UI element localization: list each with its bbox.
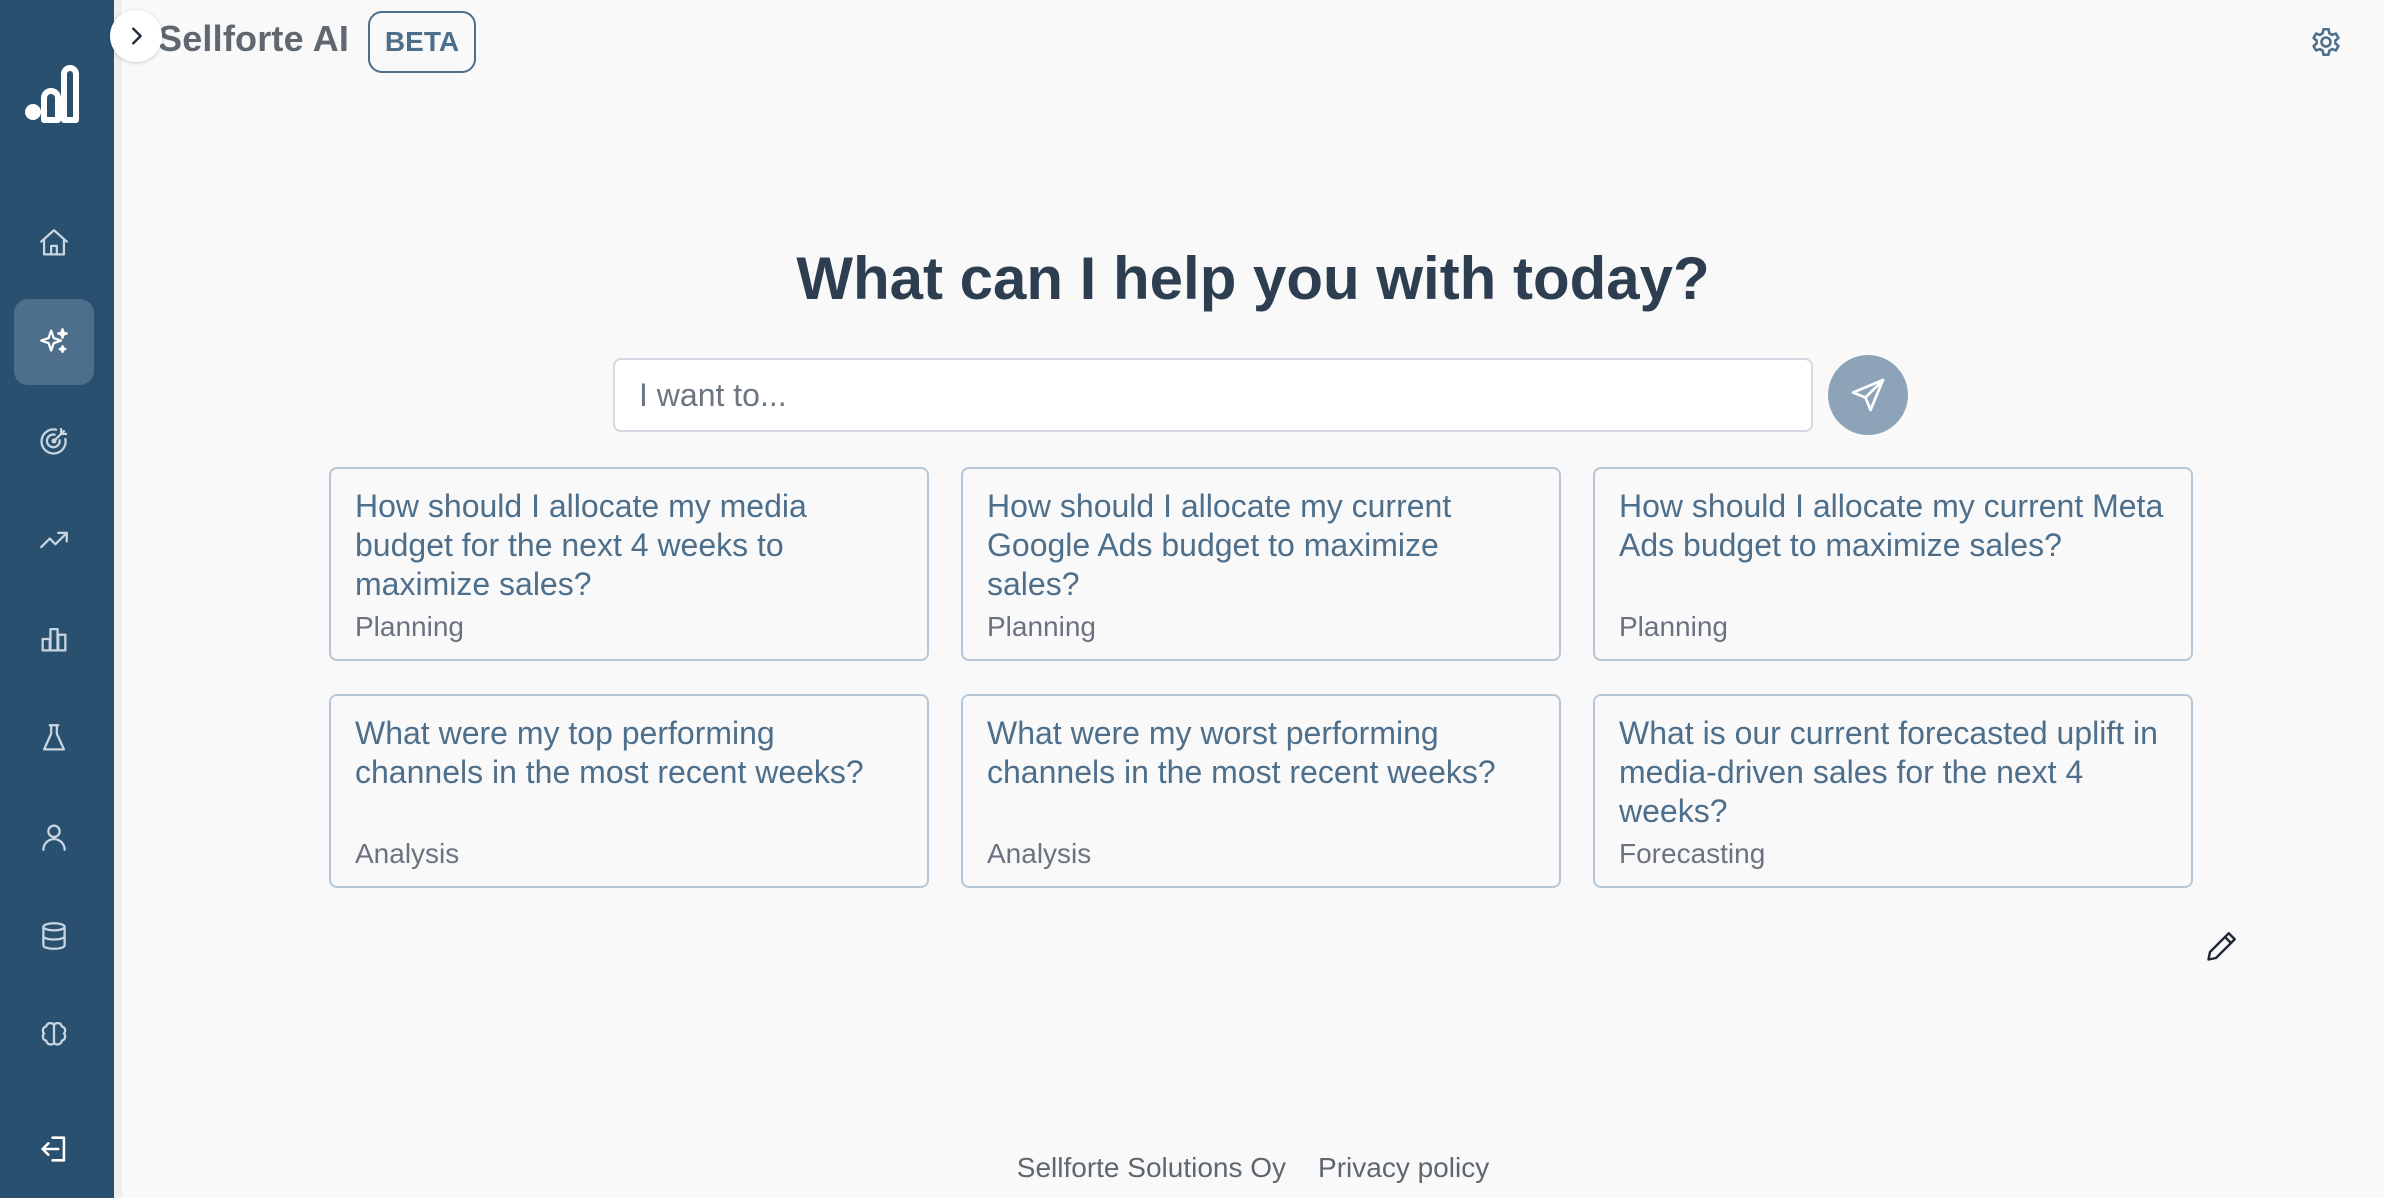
suggestion-card[interactable]: What is our current forecasted uplift in… bbox=[1593, 694, 2193, 888]
sparkles-icon bbox=[40, 328, 68, 354]
page-title: What can I help you with today? bbox=[796, 245, 1710, 312]
sellforte-logo-icon[interactable] bbox=[22, 62, 86, 126]
database-icon bbox=[42, 922, 66, 950]
sidebar-item-experiments[interactable] bbox=[14, 695, 94, 781]
suggestion-question: How should I allocate my media budget fo… bbox=[355, 488, 807, 602]
footer: Sellforte Solutions Oy Privacy policy bbox=[0, 1152, 2384, 1184]
pencil-icon[interactable] bbox=[2204, 928, 2240, 964]
company-link[interactable]: Sellforte Solutions Oy bbox=[1017, 1152, 1286, 1184]
suggestion-question: How should I allocate my current Google … bbox=[987, 488, 1452, 602]
suggestion-card[interactable]: What were my top performing channels in … bbox=[329, 694, 929, 888]
sidebar-item-data[interactable] bbox=[14, 893, 94, 979]
suggestion-category: Analysis bbox=[987, 838, 1092, 869]
suggestion-question: What were my top performing channels in … bbox=[355, 715, 864, 790]
sidebar-item-account[interactable] bbox=[14, 794, 94, 880]
privacy-policy-link[interactable]: Privacy policy bbox=[1318, 1152, 1489, 1184]
sidebar-item-targets[interactable] bbox=[14, 398, 94, 484]
search-input[interactable] bbox=[613, 358, 1813, 432]
beta-badge: BETA bbox=[368, 11, 476, 73]
sidebar-item-reports[interactable] bbox=[14, 596, 94, 682]
flask-icon bbox=[42, 724, 66, 751]
suggestion-question: How should I allocate my current Meta Ad… bbox=[1619, 488, 2164, 563]
send-icon bbox=[1851, 378, 1885, 412]
suggestion-category: Planning bbox=[355, 611, 464, 642]
target-icon bbox=[40, 427, 68, 455]
user-icon bbox=[42, 824, 66, 851]
suggestion-card[interactable]: How should I allocate my current Google … bbox=[961, 467, 1561, 661]
suggestion-card[interactable]: How should I allocate my current Meta Ad… bbox=[1593, 467, 2193, 661]
gear-icon[interactable] bbox=[2308, 24, 2344, 60]
suggestion-question: What were my worst performing channels i… bbox=[987, 715, 1496, 790]
sidebar bbox=[0, 0, 114, 1198]
chevron-right-icon bbox=[132, 27, 142, 45]
suggestion-category: Planning bbox=[987, 611, 1096, 642]
sidebar-item-models[interactable] bbox=[14, 992, 94, 1078]
brain-icon bbox=[41, 1022, 67, 1046]
trending-up-icon bbox=[40, 531, 68, 549]
suggestion-card[interactable]: What were my worst performing channels i… bbox=[961, 694, 1561, 888]
sidebar-toggle-button[interactable] bbox=[110, 10, 162, 62]
suggestion-category: Forecasting bbox=[1619, 838, 1766, 869]
app-title: Sellforte AI bbox=[158, 18, 350, 59]
send-button[interactable] bbox=[1828, 355, 1908, 435]
sidebar-divider bbox=[114, 0, 122, 1198]
bar-chart-icon bbox=[41, 627, 67, 652]
sidebar-item-trends[interactable] bbox=[14, 497, 94, 583]
suggestion-card[interactable]: How should I allocate my media budget fo… bbox=[329, 467, 929, 661]
suggestion-question: What is our current forecasted uplift in… bbox=[1619, 715, 2158, 829]
suggestion-category: Planning bbox=[1619, 611, 1728, 642]
suggestion-category: Analysis bbox=[355, 838, 460, 869]
